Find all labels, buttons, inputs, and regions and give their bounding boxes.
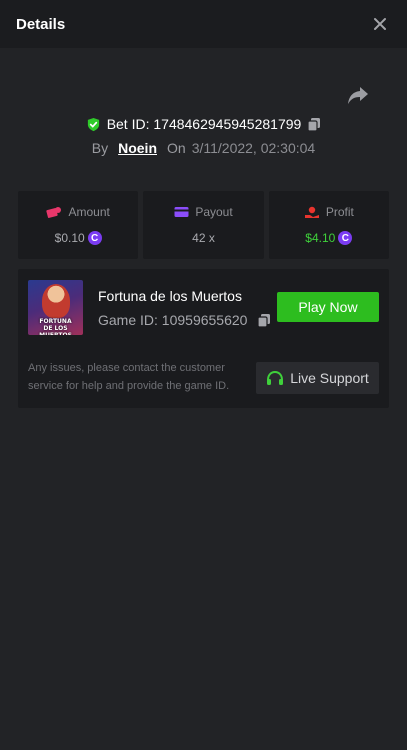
stat-amount: Amount $0.10 C <box>18 191 139 259</box>
coin-icon: C <box>87 231 102 245</box>
stat-profit-label: Profit <box>325 205 354 219</box>
bet-id-text: Bet ID: 1748462945945281799 <box>106 116 302 132</box>
stat-profit: Profit $4.10 C <box>268 191 389 259</box>
coin-icon: C <box>338 231 353 245</box>
stat-payout-label: Payout <box>195 205 233 219</box>
page-title: Details <box>16 15 66 33</box>
by-label: By <box>91 140 109 156</box>
stat-payout: Payout 42 x <box>143 191 264 259</box>
shield-check-icon <box>86 117 101 132</box>
stats-row: Amount $0.10 C Payout 42 x Profit $4.10 … <box>18 191 389 259</box>
stat-amount-label: Amount <box>68 205 110 219</box>
bet-id-row: Bet ID: 1748462945945281799 <box>0 114 407 134</box>
bet-datetime: 3/11/2022, 02:30:04 <box>191 140 316 156</box>
stat-payout-value: 42 x <box>192 231 215 245</box>
game-name[interactable]: Fortuna de los Muertos <box>98 288 242 304</box>
stat-amount-value: $0.10 <box>54 231 85 245</box>
close-icon[interactable] <box>369 13 391 35</box>
live-support-label: Live Support <box>290 370 369 386</box>
game-thumbnail[interactable]: FORTUNA DE LOS MUERTOS <box>28 280 83 335</box>
user-link[interactable]: Noein <box>118 140 157 156</box>
copy-icon[interactable] <box>257 313 271 328</box>
card-icon <box>174 206 189 218</box>
live-support-button[interactable]: Live Support <box>256 362 379 394</box>
play-now-button[interactable]: Play Now <box>277 292 379 322</box>
support-note: Any issues, please contact the customer … <box>28 362 230 392</box>
profit-hand-icon <box>304 206 320 219</box>
share-icon[interactable] <box>347 85 371 107</box>
money-icon <box>46 206 62 218</box>
game-id-row: Game ID: 10959655620 <box>98 311 271 329</box>
game-card: FORTUNA DE LOS MUERTOS Fortuna de los Mu… <box>18 269 389 408</box>
headset-icon <box>266 370 284 387</box>
bet-meta-row: By Noein On 3/11/2022, 02:30:04 <box>0 138 407 158</box>
copy-icon[interactable] <box>307 117 321 132</box>
header: Details <box>0 0 407 48</box>
game-id-text: Game ID: 10959655620 <box>98 312 248 328</box>
stat-profit-value: $4.10 <box>305 231 336 245</box>
on-label: On <box>167 140 186 156</box>
